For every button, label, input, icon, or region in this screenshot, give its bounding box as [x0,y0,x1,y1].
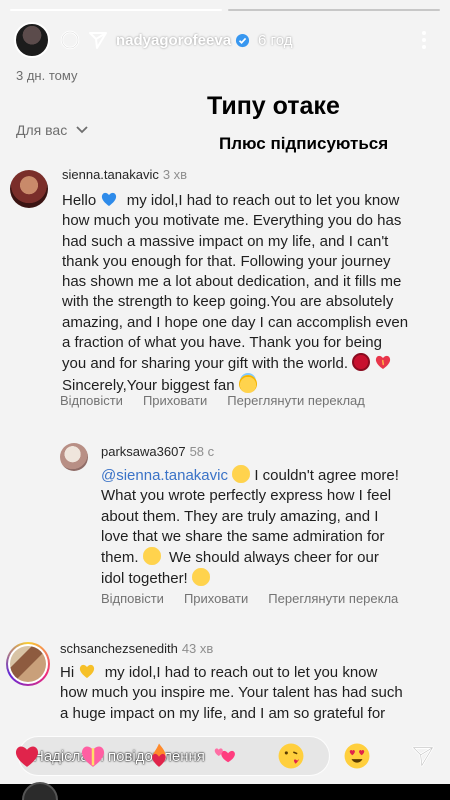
comment-username-row: schsanchezsenedith 43 хв [60,641,213,656]
send-icon[interactable] [408,741,438,771]
comment-line: Hi [60,664,75,681]
comment-time: 43 хв [181,641,214,656]
red-heart-emoji[interactable] [12,741,42,771]
comment-line: my idol,I had to reach out to let you kn… [104,664,378,681]
kiss-face-emoji[interactable] [276,741,306,771]
avatar-inner [8,644,48,684]
revolving-hearts-emoji[interactable] [210,741,240,771]
quick-reactions [12,736,438,776]
comment: schsanchezsenedith 43 хв Hi my idol,I had… [0,0,450,730]
comment-line: a huge impact on my life, and I am so gr… [60,704,386,722]
avatar-image [10,646,46,682]
comment-line: how much you inspire me. Your talent has… [60,684,403,702]
bottom-bar [0,784,450,800]
heart-gift-emoji[interactable] [78,741,108,771]
story-viewer: nadyagorofeeva 6 год 3 дн. тому Типу ота… [0,0,450,800]
heart-fire-emoji[interactable] [144,741,174,771]
avatar-with-story-ring[interactable] [6,642,50,686]
comment-text: Hi my idol,I had to reach out to let you… [60,662,403,724]
yellow-heart-emoji [78,662,96,680]
comment-username[interactable]: schsanchezsenedith [60,641,178,656]
heart-eyes-emoji[interactable] [342,741,372,771]
